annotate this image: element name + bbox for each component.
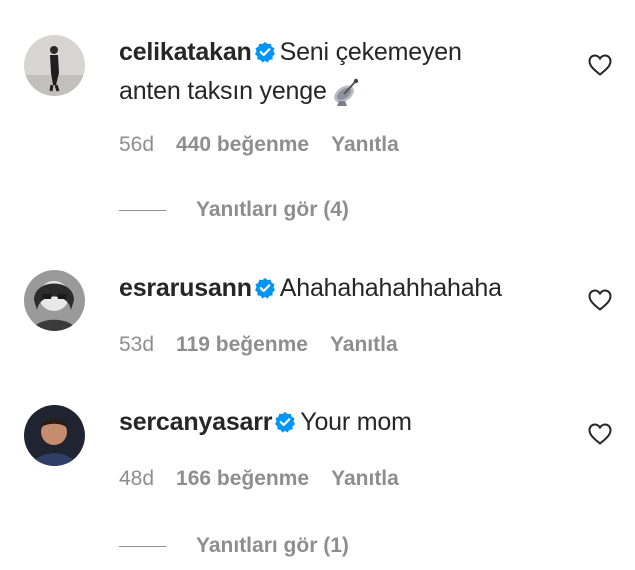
comment-text: Ahahahahahhahaha bbox=[279, 274, 502, 302]
comment-time[interactable]: 48d bbox=[119, 467, 154, 490]
comment-body: esrarusann Ahahahahahhahaha bbox=[119, 270, 502, 309]
comment-time[interactable]: 56d bbox=[119, 133, 154, 156]
verified-badge-icon bbox=[274, 407, 296, 443]
username[interactable]: sercanyasarr bbox=[119, 408, 272, 436]
reply-button[interactable]: Yanıtla bbox=[331, 467, 399, 490]
comment-meta: 56d 440 beğenme Yanıtla bbox=[119, 133, 421, 157]
divider bbox=[119, 545, 166, 547]
reply-button[interactable]: Yanıtla bbox=[330, 333, 398, 356]
view-replies-label: Yanıtları gör (1) bbox=[196, 534, 349, 557]
divider bbox=[119, 209, 166, 211]
reply-button[interactable]: Yanıtla bbox=[331, 133, 399, 156]
heart-outline-icon[interactable] bbox=[588, 289, 612, 316]
comment-time[interactable]: 53d bbox=[119, 333, 154, 356]
verified-badge-icon bbox=[254, 273, 276, 309]
satellite-antenna-icon bbox=[331, 77, 361, 117]
likes-count[interactable]: 166 beğenme bbox=[176, 467, 309, 490]
heart-outline-icon[interactable] bbox=[588, 423, 612, 450]
avatar[interactable] bbox=[24, 405, 85, 466]
view-replies-label: Yanıtları gör (4) bbox=[196, 198, 349, 221]
comment-text-line2: anten taksın yenge bbox=[119, 77, 327, 105]
verified-badge-icon bbox=[254, 37, 276, 73]
username[interactable]: esrarusann bbox=[119, 274, 252, 302]
avatar[interactable] bbox=[24, 35, 85, 96]
comment-text-line1: Seni çekemeyen bbox=[279, 38, 462, 66]
comment-body: celikatakan Seni çekemeyen anten taksın … bbox=[119, 34, 462, 117]
comment-text: Your mom bbox=[300, 408, 412, 436]
view-replies-button[interactable]: Yanıtları gör (1) bbox=[119, 534, 349, 558]
likes-count[interactable]: 440 beğenme bbox=[176, 133, 309, 156]
view-replies-button[interactable]: Yanıtları gör (4) bbox=[119, 198, 349, 222]
likes-count[interactable]: 119 beğenme bbox=[176, 333, 308, 356]
comment-body: sercanyasarr Your mom bbox=[119, 404, 412, 443]
username[interactable]: celikatakan bbox=[119, 38, 252, 66]
comment-meta: 48d 166 beğenme Yanıtla bbox=[119, 467, 421, 491]
avatar[interactable] bbox=[24, 270, 85, 331]
heart-outline-icon[interactable] bbox=[588, 54, 612, 81]
comment-meta: 53d 119 beğenme Yanıtla bbox=[119, 333, 420, 357]
